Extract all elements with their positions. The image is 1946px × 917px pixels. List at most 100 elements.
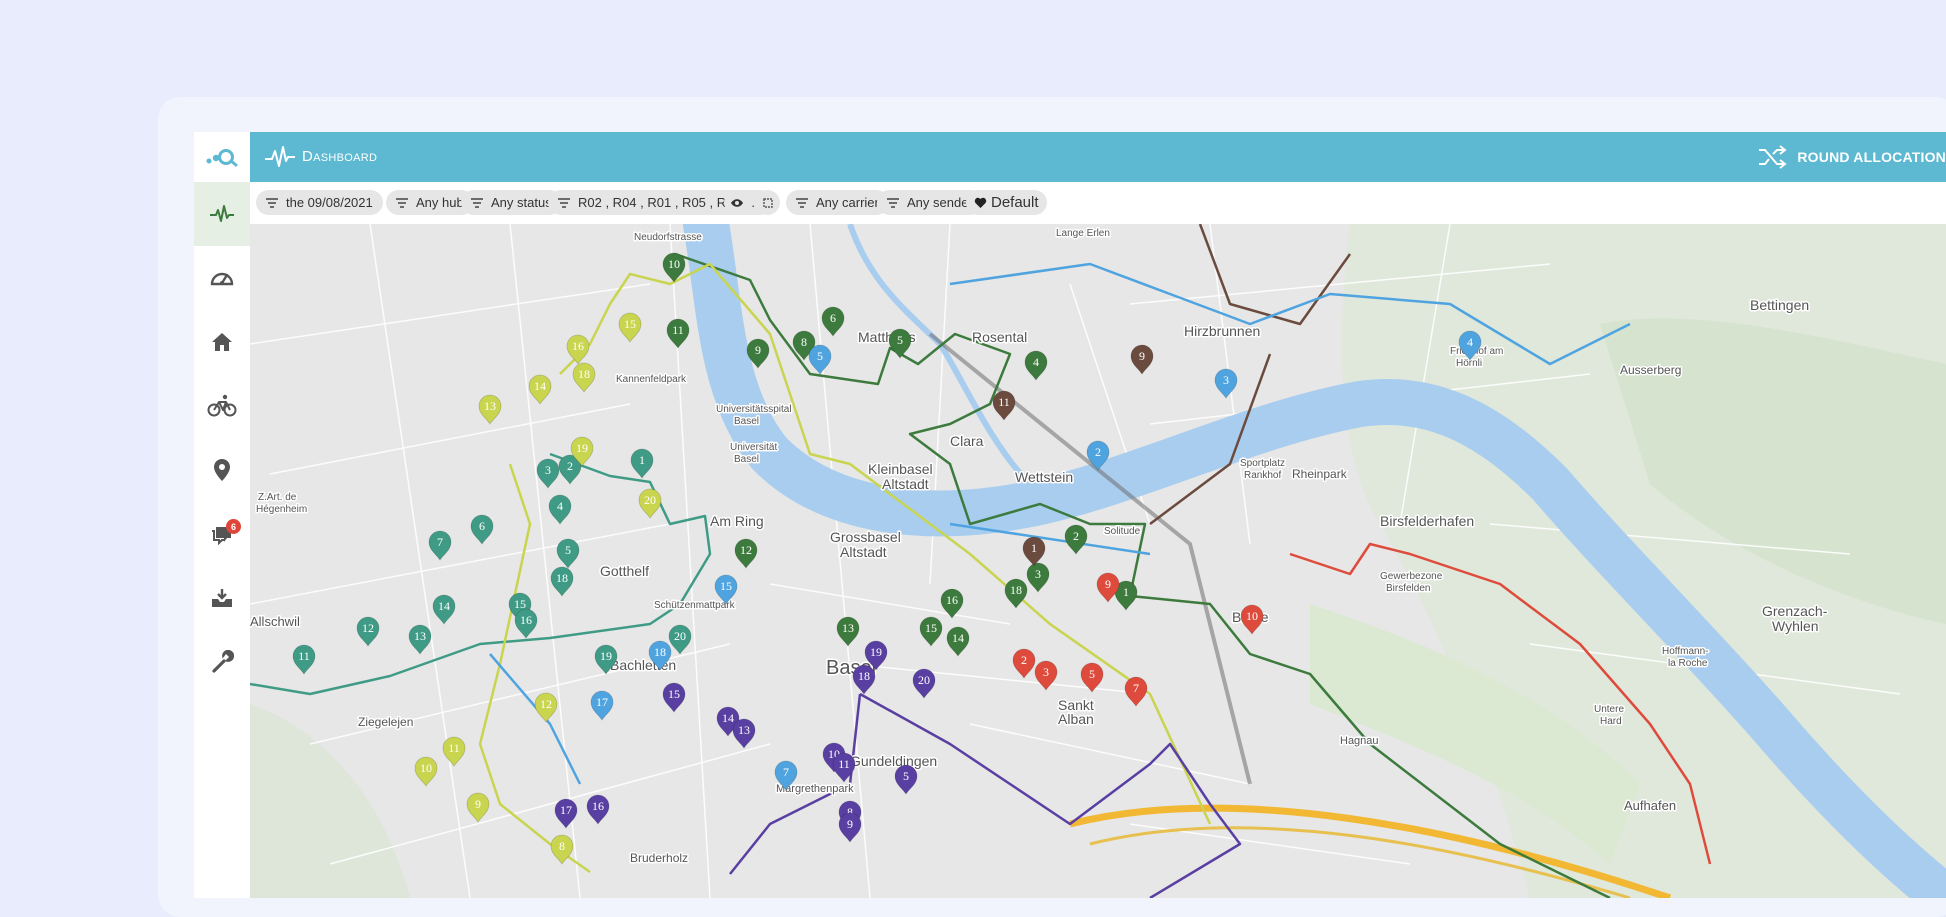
round-allocation-button[interactable]: ROUND ALLOCATION [1743, 132, 1946, 182]
svg-text:Sportplatz: Sportplatz [1240, 458, 1285, 469]
map-pin-number: 5 [897, 333, 903, 347]
map-pin-number: 16 [520, 613, 532, 627]
map-pin-number: 2 [1095, 445, 1101, 459]
svg-text:Birsfelden: Birsfelden [1386, 583, 1430, 594]
map-pin-number: 1 [1123, 585, 1129, 599]
map-pin-number: 11 [298, 649, 310, 663]
map-pin-number: 9 [755, 343, 761, 357]
filter-icon [887, 197, 899, 208]
map-pin-number: 13 [842, 621, 854, 635]
map-pin-number: 19 [870, 645, 882, 659]
map-pin-number: 2 [1073, 529, 1079, 543]
speedometer-icon [210, 272, 234, 286]
status-filter-chip[interactable]: Any status [461, 190, 562, 215]
svg-text:Birsfelderhafen: Birsfelderhafen [1380, 513, 1474, 529]
carrier-filter-label: Any carrier [816, 195, 879, 210]
nav-speedometer[interactable] [194, 246, 250, 310]
map-view[interactable]: Matthäus Rosental Clara Wettstein Kleinb… [250, 224, 1946, 898]
nav-import[interactable] [194, 566, 250, 630]
map-pin-number: 18 [578, 367, 590, 381]
crop-square-icon [762, 197, 773, 208]
map-pin-number: 4 [1033, 355, 1039, 369]
map-pin-number: 11 [672, 323, 684, 337]
svg-text:Universität: Universität [730, 442, 777, 453]
hub-filter-label: Any hub [416, 195, 464, 210]
svg-text:Gotthelf: Gotthelf [600, 563, 649, 579]
map-pin-number: 11 [448, 741, 460, 755]
map-pin-number: 18 [1010, 583, 1022, 597]
wrench-icon [212, 650, 234, 673]
map-pin-number: 6 [479, 519, 485, 533]
map-pin-number: 18 [858, 669, 870, 683]
svg-text:Hoffmann-: Hoffmann- [1662, 646, 1709, 657]
svg-text:Hégenheim: Hégenheim [256, 504, 307, 515]
map-pin-number: 9 [1105, 577, 1111, 591]
nav-settings[interactable] [194, 630, 250, 694]
app-logo [194, 132, 250, 182]
map-pin-number: 11 [998, 395, 1010, 409]
map-pin-number: 15 [720, 579, 732, 593]
map-pin-number: 3 [545, 463, 551, 477]
svg-text:Hörnli: Hörnli [1456, 358, 1482, 369]
map-pin-number: 4 [557, 499, 563, 513]
preset-chip[interactable]: Default [966, 190, 1047, 215]
map-pin-number: 4 [1467, 335, 1473, 349]
map-pin-number: 16 [572, 339, 584, 353]
page-title: Dashboard [302, 148, 378, 165]
map-pin-number: 18 [556, 571, 568, 585]
visibility-toggle[interactable] [724, 190, 749, 215]
nav-riders[interactable] [194, 374, 250, 438]
date-filter-label: the 09/08/2021 [286, 195, 373, 210]
date-filter-chip[interactable]: the 09/08/2021 [256, 190, 383, 215]
svg-text:Hard: Hard [1600, 716, 1622, 727]
map-pin-number: 3 [1223, 373, 1229, 387]
map-pin-number: 15 [668, 687, 680, 701]
svg-text:Solitude: Solitude [1104, 526, 1141, 537]
map-pin-number: 17 [596, 695, 608, 709]
map-pin-number: 5 [903, 769, 909, 783]
map-pin-number: 11 [838, 757, 850, 771]
map-pin-number: 19 [600, 649, 612, 663]
filter-icon [266, 197, 278, 208]
filter-icon [396, 197, 408, 208]
map-pin-number: 2 [1021, 653, 1027, 667]
svg-text:Hirzbrunnen: Hirzbrunnen [1184, 323, 1260, 339]
svg-text:Alban: Alban [1058, 711, 1094, 727]
carrier-filter-chip[interactable]: Any carrier [786, 190, 889, 215]
svg-text:Altstadt: Altstadt [882, 476, 929, 492]
messages-badge: 6 [226, 519, 241, 534]
map-pin-number: 9 [475, 797, 481, 811]
selection-toggle[interactable] [755, 190, 780, 215]
map-canvas[interactable]: Matthäus Rosental Clara Wettstein Kleinb… [250, 224, 1946, 898]
map-pin-number: 6 [830, 311, 836, 325]
home-icon [212, 333, 232, 351]
svg-text:Hagnau: Hagnau [1340, 735, 1379, 747]
map-pin-number: 8 [801, 335, 807, 349]
svg-text:la Roche: la Roche [1668, 658, 1708, 669]
map-pin-number: 17 [560, 803, 572, 817]
svg-text:Z.Art. de: Z.Art. de [258, 492, 297, 503]
filter-bar: the 09/08/2021 Any hub Any status R02 , … [250, 182, 1946, 224]
map-pin-number: 20 [644, 493, 656, 507]
svg-text:Kleinbasel: Kleinbasel [868, 461, 933, 477]
map-pin-number: 12 [740, 543, 752, 557]
round-allocation-label: ROUND ALLOCATION [1797, 149, 1946, 165]
svg-text:Neudorfstrasse: Neudorfstrasse [634, 232, 702, 243]
map-pin-number: 3 [1043, 665, 1049, 679]
map-pin-number: 9 [1139, 349, 1145, 363]
shuffle-icon [1759, 145, 1787, 169]
nav-dashboard[interactable] [194, 182, 250, 246]
map-pin-number: 15 [925, 621, 937, 635]
nav-messages[interactable]: 6 [194, 502, 250, 566]
pulse-icon [210, 205, 234, 222]
svg-text:Grenzach-: Grenzach- [1762, 603, 1828, 619]
nav-hubs[interactable] [194, 310, 250, 374]
status-filter-label: Any status [491, 195, 552, 210]
nav-locations[interactable] [194, 438, 250, 502]
bicycle-icon [207, 394, 237, 417]
pulse-icon [265, 146, 295, 167]
map-pin-number: 16 [592, 799, 604, 813]
svg-text:Wyhlen: Wyhlen [1772, 618, 1819, 634]
map-pin-number: 14 [952, 631, 964, 645]
filter-icon [558, 197, 570, 208]
